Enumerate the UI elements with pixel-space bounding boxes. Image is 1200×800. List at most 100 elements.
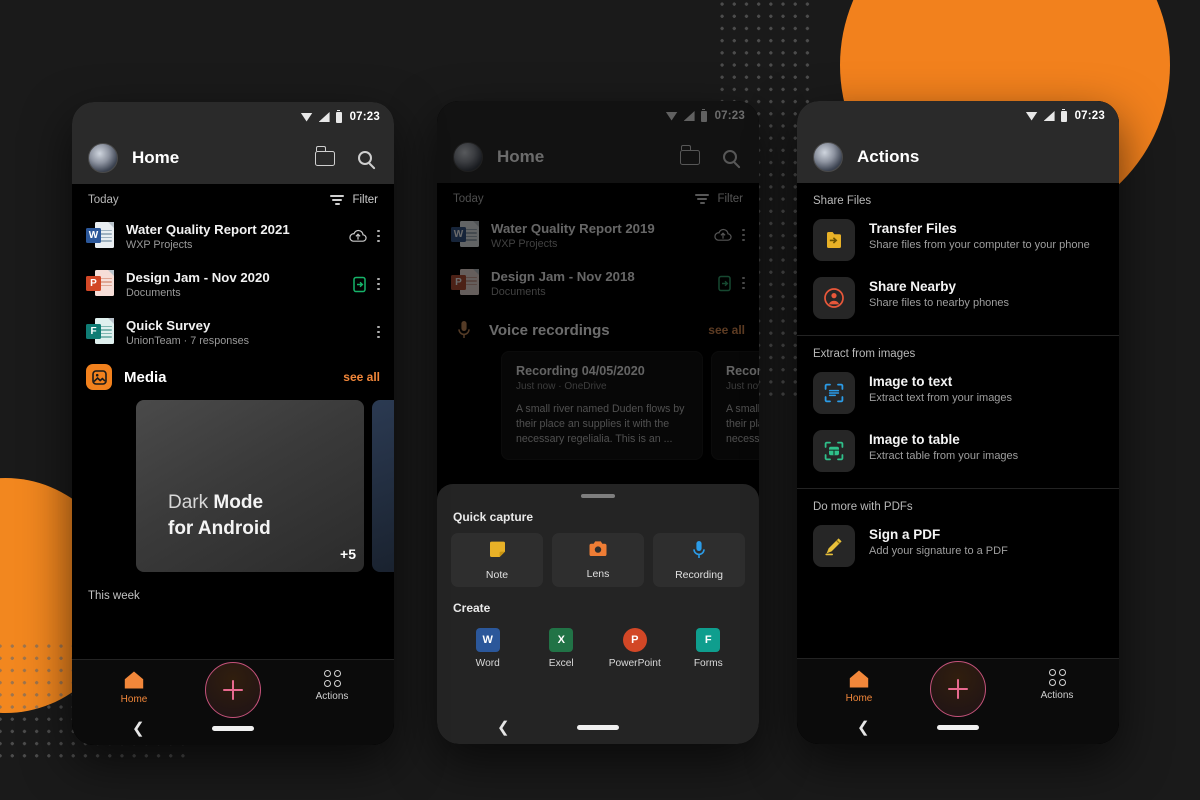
page-title: Actions [857, 147, 920, 166]
microphone-icon [692, 540, 706, 564]
avatar[interactable] [453, 142, 483, 172]
file-subtitle: WXP Projects [491, 237, 558, 250]
action-title: Share Nearby [869, 279, 957, 294]
voice-note-carousel[interactable]: Recording 04/05/2020 Just now · OneDrive… [437, 347, 759, 460]
android-gesture-bar: ❮ [797, 710, 1119, 744]
voice-note-card[interactable]: Recording 04/05/2020 Just now · OneDrive… [501, 351, 703, 460]
microphone-icon [451, 317, 477, 343]
add-button[interactable] [930, 661, 986, 717]
folder-icon [680, 145, 700, 165]
action-title: Image to text [869, 374, 953, 389]
voice-section-header: Voice recordings see all [437, 307, 759, 347]
file-title: Water Quality Report 2019 [491, 220, 655, 236]
sticky-note-icon [488, 540, 507, 564]
nav-item-actions[interactable]: Actions [1029, 669, 1085, 701]
status-bar: 07:23 [437, 101, 759, 131]
section-header-today: Today Filter [437, 183, 759, 211]
more-options-icon[interactable] [377, 325, 380, 339]
folder-button[interactable] [312, 145, 338, 171]
back-icon[interactable]: ❮ [132, 721, 145, 736]
phone-actions-screen: 07:23 Actions Share Files Transfer Files… [797, 101, 1119, 744]
app-bar: Home [437, 131, 759, 183]
quick-capture-label: Note [485, 568, 509, 581]
status-time: 07:23 [1074, 110, 1105, 122]
media-see-all-link[interactable]: see all [343, 370, 380, 384]
quick-capture-row: Note Lens Recording [451, 533, 745, 587]
powerpoint-file-icon: P [86, 269, 114, 299]
media-carousel[interactable]: Dark Mode for Android +5 [72, 396, 394, 582]
excel-icon: X [549, 628, 574, 652]
file-row[interactable]: W Water Quality Report 2019 WXP Projects [437, 211, 759, 259]
action-row-image-to-text[interactable]: Image to text Extract text from your ima… [797, 364, 1119, 422]
create-excel-button[interactable]: X Excel [525, 628, 599, 669]
home-pill[interactable] [212, 725, 254, 731]
sheet-drag-handle[interactable] [581, 494, 615, 498]
filter-icon [330, 195, 345, 205]
create-label: PowerPoint [608, 658, 661, 669]
quick-capture-lens-button[interactable]: Lens [552, 533, 644, 587]
create-word-button[interactable]: W Word [451, 628, 525, 669]
plus-icon [948, 679, 968, 699]
voice-note-card[interactable]: Recording 04/05/2020 Just now · OneDrive… [711, 351, 759, 460]
create-forms-button[interactable]: F Forms [672, 628, 746, 669]
avatar[interactable] [813, 142, 843, 172]
more-options-icon[interactable] [742, 228, 745, 242]
file-row[interactable]: P Design Jam - Nov 2020 Documents [72, 260, 394, 308]
action-row-sign-a-pdf[interactable]: Sign a PDF Add your signature to a PDF [797, 517, 1119, 575]
note-meta: Just now · OneDrive [726, 381, 759, 392]
search-button[interactable] [717, 144, 743, 170]
action-title: Image to table [869, 432, 960, 447]
cloud-upload-icon[interactable] [714, 228, 732, 242]
note-body: A small river named Duden flows by their… [726, 403, 759, 445]
note-body: A small river named Duden flows by their… [516, 403, 685, 445]
nav-label-home: Home [120, 694, 148, 705]
home-pill[interactable] [937, 724, 979, 730]
shared-icon[interactable] [717, 275, 732, 292]
action-description: Extract text from your images [869, 392, 1013, 404]
poster-stage: 07:23 Home Today Filter W Water Quality … [0, 0, 1200, 800]
back-icon[interactable]: ❮ [497, 720, 510, 735]
media-card[interactable] [372, 400, 394, 572]
section-label: Today [88, 194, 119, 206]
group-header-share-files: Share Files [813, 195, 872, 207]
avatar[interactable] [88, 143, 118, 173]
action-row-image-to-table[interactable]: Image to table Extract table from your i… [797, 422, 1119, 480]
cloud-upload-icon[interactable] [349, 229, 367, 243]
quick-capture-header: Quick capture [453, 510, 534, 524]
android-gesture-bar: ❮ [437, 710, 759, 744]
folder-button[interactable] [677, 144, 703, 170]
quick-capture-recording-button[interactable]: Recording [653, 533, 745, 587]
image-to-text-icon [813, 372, 855, 414]
plus-icon [223, 680, 243, 700]
filter-button[interactable]: Filter [330, 194, 378, 206]
nav-item-home[interactable]: Home [106, 670, 162, 705]
home-icon [848, 669, 870, 689]
home-pill[interactable] [577, 724, 619, 730]
file-row[interactable]: P Design Jam - Nov 2018 Documents [437, 259, 759, 307]
filter-label: Filter [717, 193, 743, 205]
action-row-transfer-files[interactable]: Transfer Files Share files from your com… [797, 211, 1119, 269]
file-row[interactable]: W Water Quality Report 2021 WXP Projects [72, 212, 394, 260]
quick-capture-note-button[interactable]: Note [451, 533, 543, 587]
nav-item-home[interactable]: Home [831, 669, 887, 704]
shared-icon[interactable] [352, 276, 367, 293]
create-powerpoint-button[interactable]: P PowerPoint [598, 628, 672, 669]
more-options-icon[interactable] [377, 277, 380, 291]
more-options-icon[interactable] [377, 229, 380, 243]
action-description: Share files from your computer to your p… [869, 239, 1090, 251]
file-title: Design Jam - Nov 2018 [491, 268, 635, 284]
search-button[interactable] [352, 145, 378, 171]
nav-item-actions[interactable]: Actions [304, 670, 360, 702]
camera-icon [588, 540, 608, 563]
battery-icon [1060, 108, 1067, 122]
more-options-icon[interactable] [742, 276, 745, 290]
filter-button[interactable]: Filter [695, 193, 743, 205]
status-time: 07:23 [714, 110, 745, 122]
add-button[interactable] [205, 662, 261, 718]
media-card[interactable]: Dark Mode for Android +5 [136, 400, 364, 572]
action-row-share-nearby[interactable]: Share Nearby Share files to nearby phone… [797, 269, 1119, 327]
powerpoint-file-icon: P [451, 268, 479, 298]
file-row[interactable]: F Quick Survey UnionTeam · 7 responses [72, 308, 394, 356]
voice-see-all-link[interactable]: see all [708, 323, 745, 337]
back-icon[interactable]: ❮ [857, 720, 870, 735]
